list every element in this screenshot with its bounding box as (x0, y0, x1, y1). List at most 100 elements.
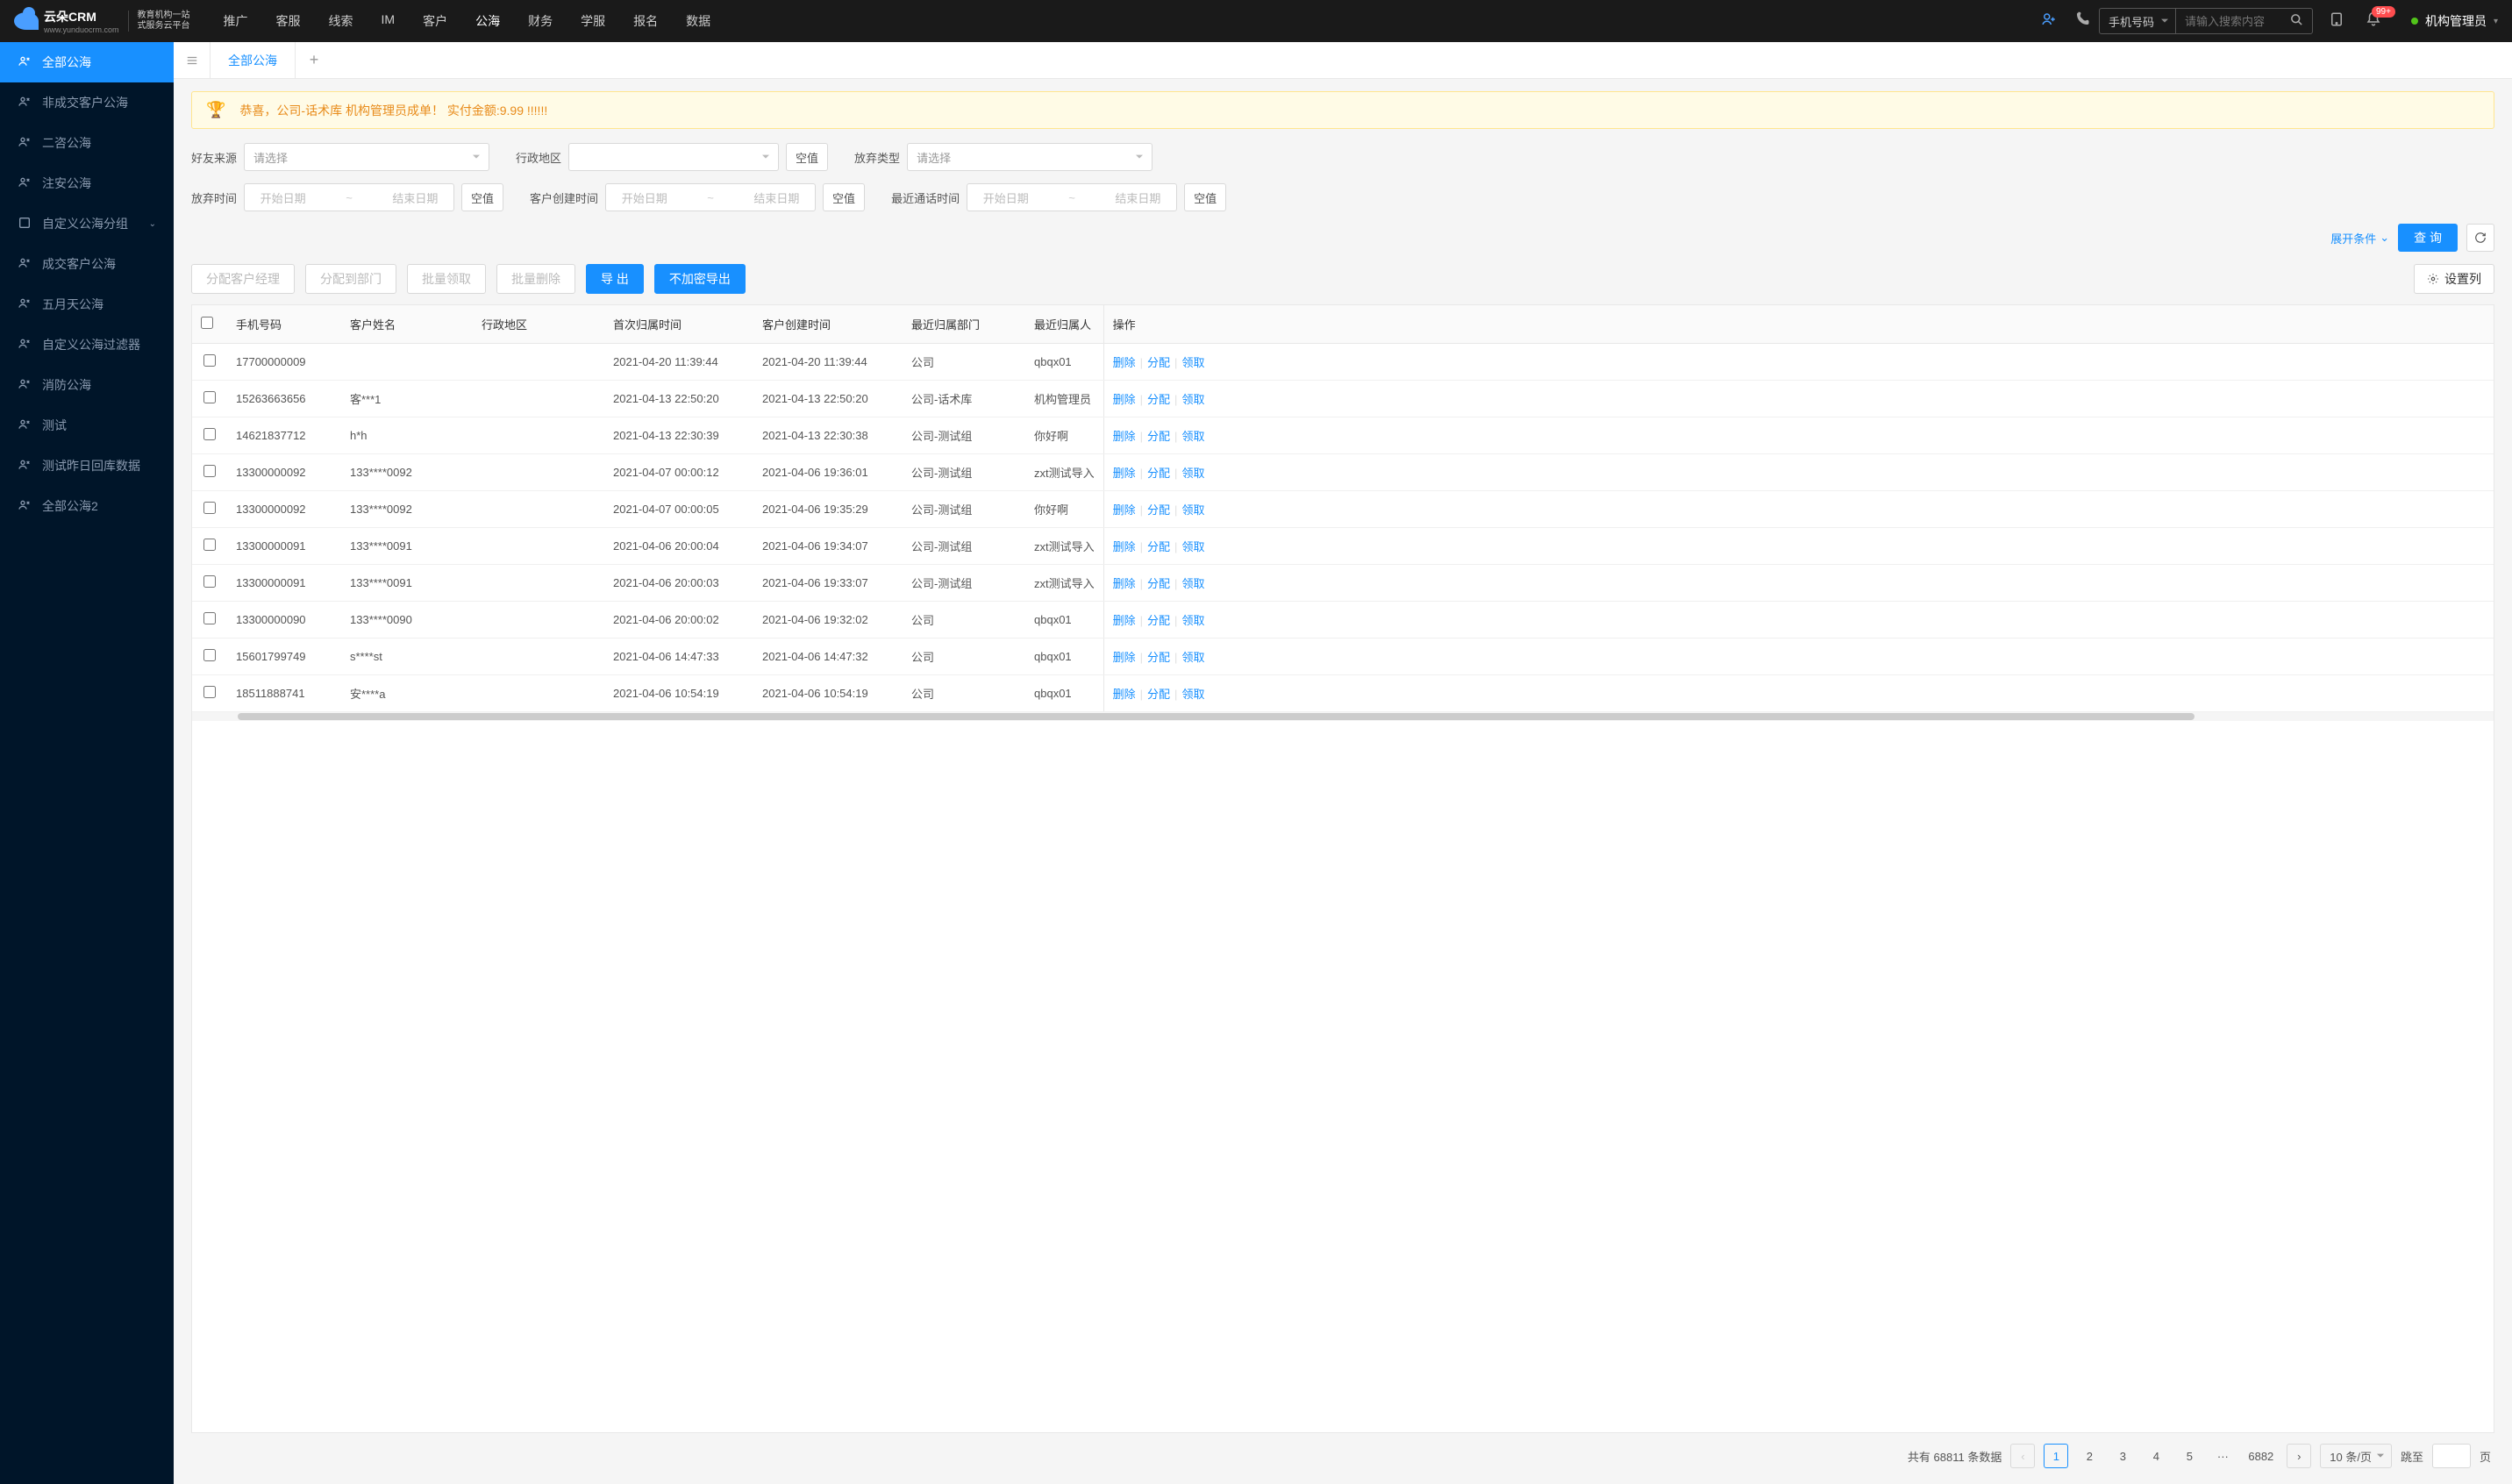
delete-link[interactable]: 删除 (1113, 356, 1136, 369)
assign-link[interactable]: 分配 (1147, 356, 1170, 369)
assign-dept-button[interactable]: 分配到部门 (305, 264, 396, 294)
user-add-icon[interactable] (2032, 1, 2066, 42)
sidebar-item-0[interactable]: 全部公海 (0, 42, 174, 82)
jump-page-input[interactable] (2432, 1444, 2471, 1468)
tabs-menu-icon[interactable] (174, 42, 211, 78)
sidebar-item-6[interactable]: 五月天公海 (0, 284, 174, 325)
batch-claim-button[interactable]: 批量领取 (407, 264, 486, 294)
assign-link[interactable]: 分配 (1147, 503, 1170, 517)
nav-item-4[interactable]: 客户 (410, 2, 460, 40)
delete-link[interactable]: 删除 (1113, 430, 1136, 443)
call-time-range[interactable]: 开始日期 ~ 结束日期 (967, 183, 1177, 211)
delete-link[interactable]: 删除 (1113, 540, 1136, 553)
select-all-checkbox[interactable] (201, 317, 213, 329)
assign-link[interactable]: 分配 (1147, 577, 1170, 590)
page-2-button[interactable]: 2 (2077, 1444, 2102, 1468)
claim-link[interactable]: 领取 (1181, 688, 1204, 701)
prev-page-button[interactable]: ‹ (2010, 1444, 2035, 1468)
abandon-type-select[interactable]: 请选择 (907, 143, 1153, 171)
delete-link[interactable]: 删除 (1113, 651, 1136, 664)
page-3-button[interactable]: 3 (2110, 1444, 2135, 1468)
region-empty-button[interactable]: 空值 (786, 143, 828, 171)
expand-filters-link[interactable]: 展开条件 ⌄ (2330, 230, 2389, 246)
row-checkbox[interactable] (203, 502, 216, 514)
tab-add-button[interactable]: + (296, 42, 332, 78)
page-size-select[interactable]: 10 条/页 (2320, 1444, 2392, 1468)
batch-delete-button[interactable]: 批量删除 (496, 264, 575, 294)
assign-link[interactable]: 分配 (1147, 651, 1170, 664)
nav-item-1[interactable]: 客服 (264, 2, 313, 40)
row-checkbox[interactable] (203, 539, 216, 551)
phone-icon[interactable] (2066, 1, 2099, 42)
nav-item-6[interactable]: 财务 (516, 2, 565, 40)
sidebar-item-1[interactable]: 非成交客户公海 (0, 82, 174, 123)
region-select[interactable] (568, 143, 779, 171)
assign-link[interactable]: 分配 (1147, 467, 1170, 480)
search-type-select[interactable]: 手机号码 (2100, 9, 2176, 33)
sidebar-item-4[interactable]: 自定义公海分组⌄ (0, 203, 174, 244)
assign-link[interactable]: 分配 (1147, 614, 1170, 627)
sidebar-item-9[interactable]: 测试 (0, 405, 174, 446)
sidebar-item-11[interactable]: 全部公海2 (0, 486, 174, 526)
search-input[interactable] (2176, 15, 2281, 28)
claim-link[interactable]: 领取 (1181, 393, 1204, 406)
row-checkbox[interactable] (203, 465, 216, 477)
row-checkbox[interactable] (203, 354, 216, 367)
user-menu[interactable]: 机构管理员 ▾ (2397, 12, 2498, 30)
row-checkbox[interactable] (203, 686, 216, 698)
delete-link[interactable]: 删除 (1113, 688, 1136, 701)
tablet-icon[interactable] (2323, 11, 2350, 32)
scrollbar-thumb[interactable] (238, 713, 2194, 720)
claim-link[interactable]: 领取 (1181, 614, 1204, 627)
nav-item-8[interactable]: 报名 (621, 2, 670, 40)
refresh-button[interactable] (2466, 224, 2494, 252)
assign-manager-button[interactable]: 分配客户经理 (191, 264, 295, 294)
horizontal-scrollbar[interactable] (192, 712, 2494, 721)
sidebar-item-2[interactable]: 二咨公海 (0, 123, 174, 163)
delete-link[interactable]: 删除 (1113, 467, 1136, 480)
search-icon[interactable] (2281, 13, 2312, 30)
export-raw-button[interactable]: 不加密导出 (654, 264, 746, 294)
sidebar-item-10[interactable]: 测试昨日回库数据 (0, 446, 174, 486)
page-last-button[interactable]: 6882 (2244, 1444, 2278, 1468)
row-checkbox[interactable] (203, 612, 216, 624)
assign-link[interactable]: 分配 (1147, 393, 1170, 406)
claim-link[interactable]: 领取 (1181, 577, 1204, 590)
page-ellipsis[interactable]: ··· (2210, 1444, 2235, 1468)
row-checkbox[interactable] (203, 575, 216, 588)
row-checkbox[interactable] (203, 428, 216, 440)
create-time-empty-button[interactable]: 空值 (823, 183, 865, 211)
sidebar-item-5[interactable]: 成交客户公海 (0, 244, 174, 284)
friend-source-select[interactable]: 请选择 (244, 143, 489, 171)
page-1-button[interactable]: 1 (2044, 1444, 2068, 1468)
bell-icon[interactable]: 99+ (2360, 11, 2387, 32)
assign-link[interactable]: 分配 (1147, 430, 1170, 443)
nav-item-0[interactable]: 推广 (211, 2, 260, 40)
page-5-button[interactable]: 5 (2177, 1444, 2202, 1468)
claim-link[interactable]: 领取 (1181, 651, 1204, 664)
delete-link[interactable]: 删除 (1113, 614, 1136, 627)
columns-settings-button[interactable]: 设置列 (2414, 264, 2494, 294)
delete-link[interactable]: 删除 (1113, 577, 1136, 590)
call-time-empty-button[interactable]: 空值 (1184, 183, 1226, 211)
row-checkbox[interactable] (203, 649, 216, 661)
sidebar-item-7[interactable]: 自定义公海过滤器 (0, 325, 174, 365)
claim-link[interactable]: 领取 (1181, 430, 1204, 443)
abandon-time-empty-button[interactable]: 空值 (461, 183, 503, 211)
delete-link[interactable]: 删除 (1113, 393, 1136, 406)
query-button[interactable]: 查 询 (2398, 224, 2458, 252)
export-button[interactable]: 导 出 (586, 264, 644, 294)
assign-link[interactable]: 分配 (1147, 540, 1170, 553)
page-4-button[interactable]: 4 (2144, 1444, 2168, 1468)
claim-link[interactable]: 领取 (1181, 356, 1204, 369)
create-time-range[interactable]: 开始日期 ~ 结束日期 (605, 183, 816, 211)
nav-item-9[interactable]: 数据 (674, 2, 723, 40)
nav-item-3[interactable]: IM (369, 2, 408, 40)
nav-item-5[interactable]: 公海 (463, 2, 512, 40)
next-page-button[interactable]: › (2287, 1444, 2311, 1468)
claim-link[interactable]: 领取 (1181, 503, 1204, 517)
row-checkbox[interactable] (203, 391, 216, 403)
tab-all-public[interactable]: 全部公海 (211, 42, 296, 78)
sidebar-item-8[interactable]: 消防公海 (0, 365, 174, 405)
sidebar-item-3[interactable]: 注安公海 (0, 163, 174, 203)
